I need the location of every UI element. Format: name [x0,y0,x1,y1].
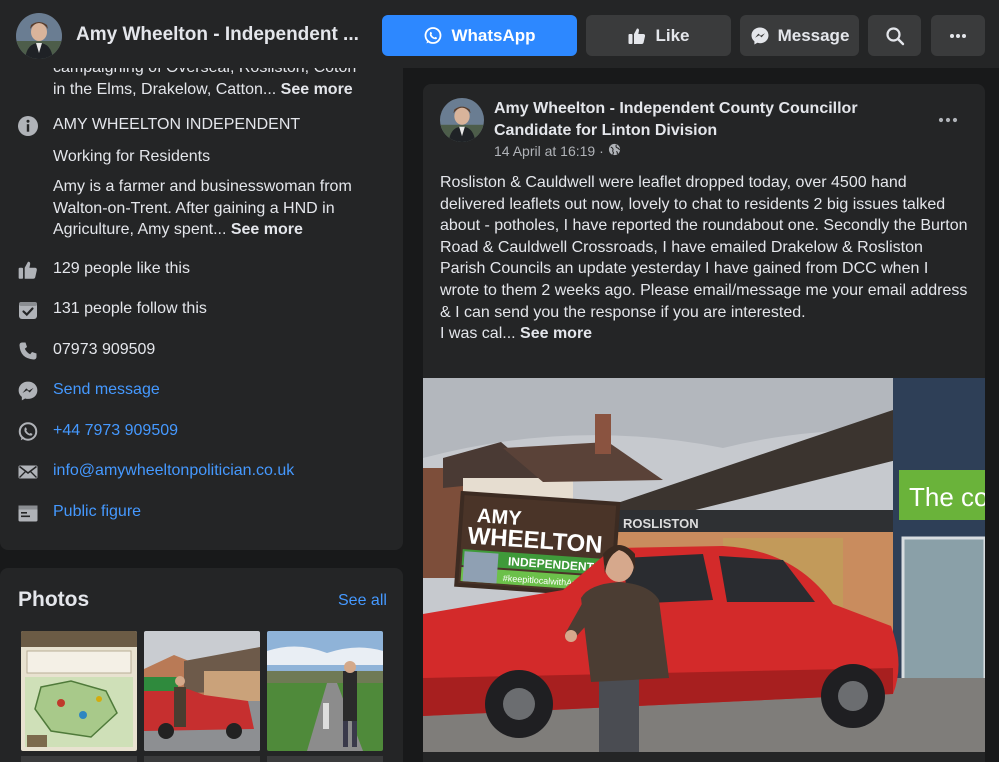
whatsapp-number-link[interactable]: +44 7973 909509 [53,422,178,440]
category-link[interactable]: Public figure [53,503,141,521]
about-subtitle: Working for Residents [53,148,211,165]
more-icon [938,110,958,128]
messenger-icon [750,26,770,46]
photo-thumbnail[interactable] [21,756,137,762]
about-see-more-link[interactable]: See more [231,221,303,238]
message-button-label: Message [777,25,850,45]
send-message-link[interactable]: Send message [53,381,160,399]
phone-number: 07973 909509 [53,341,156,358]
about-row: AMY WHEELTON INDEPENDENT [0,111,403,141]
post-options-button[interactable] [933,104,963,134]
thumbs-up-icon [627,26,647,46]
category-icon [16,501,40,525]
more-options-button[interactable] [931,15,985,56]
post-body-last-line: I was cal... See more [440,323,970,345]
globe-icon [608,143,621,159]
intro-card: campaigning of Overseal, Rosliston, Coto… [0,68,403,550]
photo-thumbnail[interactable] [267,631,383,751]
shop-sign-text: ROSLISTON [623,516,699,531]
phone-icon [16,339,40,363]
post-timestamp: 14 April at 16:19 · [494,143,621,159]
whatsapp-button-label: WhatsApp [451,25,536,45]
photos-card: Photos See all [0,568,403,762]
email-icon [16,460,40,484]
more-icon [949,33,967,39]
whatsapp-icon [423,26,443,46]
photo-thumbnail[interactable] [144,631,260,751]
search-icon [885,26,905,46]
post-body: Rosliston & Cauldwell were leaflet dropp… [440,172,970,345]
intro-text-line: in the Elms, Drakelow, Catton... See mor… [53,79,383,101]
search-button[interactable] [868,15,921,56]
thumbs-up-icon [16,258,40,282]
email-row[interactable]: info@amywheeltonpolitician.co.uk [0,457,403,487]
about-bio: Amy is a farmer and businesswoman from W… [53,176,383,241]
intro-text-line-2: in the Elms, Drakelow, Catton... [53,80,277,98]
whatsapp-row[interactable]: +44 7973 909509 [0,417,403,447]
send-message-row[interactable]: Send message [0,376,403,406]
post-body-text: Rosliston & Cauldwell were leaflet dropp… [440,174,968,321]
likes-row: 129 people like this [0,255,403,285]
photo-thumbnail[interactable] [21,631,137,751]
see-more-link[interactable]: See more [281,81,353,98]
follows-row: 131 people follow this [0,295,403,325]
intro-truncated-text: campaigning of Overseal, Rosliston, Coto… [53,68,383,100]
phone-row: 07973 909509 [0,336,403,366]
about-bio-text: Amy is a farmer and businesswoman from W… [53,178,352,238]
follows-count: 131 people follow this [53,300,207,317]
photos-title: Photos [18,588,90,611]
category-row[interactable]: Public figure [0,498,403,528]
post-body-truncated: I was cal... [440,325,516,343]
post-see-more-link[interactable]: See more [520,325,592,342]
message-button[interactable]: Message [740,15,859,56]
post-photo[interactable]: ROSLISTON The co AMY WHEELTON INDEPENDEN… [423,378,985,752]
follow-icon [16,298,40,322]
like-button-label: Like [655,25,690,45]
post-time-text[interactable]: 14 April at 16:19 · [494,143,604,159]
photo-thumbnail[interactable] [267,756,383,762]
post-author-name[interactable]: Amy Wheelton - Independent County Counci… [494,98,914,142]
photo-thumbnail[interactable] [144,756,260,762]
see-all-photos-link[interactable]: See all [338,592,387,610]
store-sign-text: The co [909,482,985,512]
page-name[interactable]: Amy Wheelton - Independent ... [76,24,359,46]
email-link[interactable]: info@amywheeltonpolitician.co.uk [53,462,294,480]
whatsapp-icon [16,420,40,444]
like-button[interactable]: Like [586,15,731,56]
about-title: AMY WHEELTON INDEPENDENT [53,116,301,133]
info-icon [16,114,40,138]
page-avatar[interactable] [16,13,62,59]
page-header: Amy Wheelton - Independent ... WhatsApp … [0,0,999,68]
whatsapp-button[interactable]: WhatsApp [382,15,577,56]
likes-count: 129 people like this [53,260,190,277]
post-card: Amy Wheelton - Independent County Counci… [423,84,985,762]
post-author-avatar[interactable] [440,98,484,142]
intro-text-line: campaigning of Overseal, Rosliston, Coto… [53,68,383,79]
messenger-icon [16,379,40,403]
